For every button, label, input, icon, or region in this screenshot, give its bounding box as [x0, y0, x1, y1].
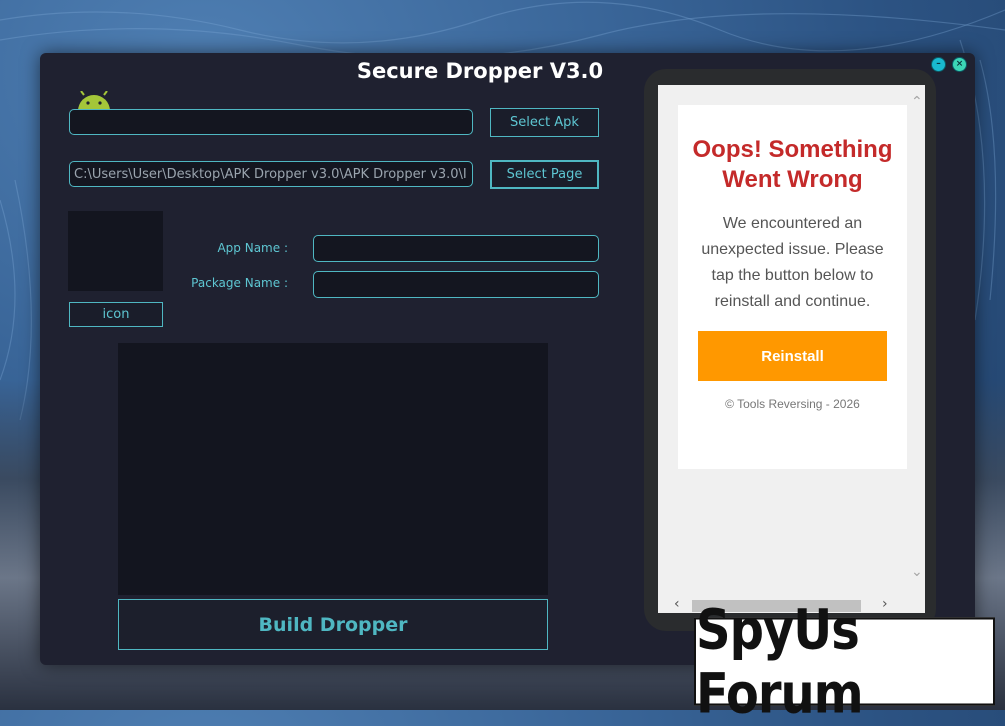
log-area: [118, 343, 548, 595]
copyright-text: © Tools Reversing - 2026: [725, 397, 860, 411]
close-button[interactable]: ×: [952, 57, 967, 72]
forum-watermark: SpyUs Forum: [694, 597, 995, 726]
phone-preview: Oops! Something Went Wrong We encountere…: [644, 69, 936, 631]
page-path-input[interactable]: C:\Users\User\Desktop\APK Dropper v3.0\A…: [69, 161, 473, 187]
close-icon: ×: [955, 59, 964, 69]
reinstall-button[interactable]: Reinstall: [698, 331, 887, 381]
scroll-up-icon[interactable]: ⌃: [911, 95, 923, 109]
scroll-down-icon[interactable]: ⌄: [911, 565, 923, 579]
vertical-scrollbar[interactable]: ⌃ ⌄: [908, 85, 925, 596]
apk-path-input[interactable]: [69, 109, 473, 135]
app-name-input[interactable]: [313, 235, 599, 262]
android-icon: [78, 91, 110, 111]
build-dropper-button[interactable]: Build Dropper: [118, 599, 548, 650]
package-name-label: Package Name :: [191, 276, 288, 290]
error-heading: Oops! Something Went Wrong: [692, 136, 893, 193]
package-name-input[interactable]: [313, 271, 599, 298]
webview-screen[interactable]: Oops! Something Went Wrong We encountere…: [658, 85, 925, 613]
app-name-label: App Name :: [217, 241, 288, 255]
icon-preview: [68, 211, 163, 291]
select-page-button[interactable]: Select Page: [490, 160, 599, 189]
app-window: Secure Dropper V3.0 – × Select Apk C:\Us…: [40, 53, 975, 665]
scroll-left-icon[interactable]: ‹: [674, 597, 680, 611]
error-card: Oops! Something Went Wrong We encountere…: [678, 105, 907, 469]
icon-button[interactable]: icon: [69, 302, 163, 327]
minimize-icon: –: [936, 59, 941, 69]
error-message: We encountered an unexpected issue. Plea…: [701, 215, 884, 310]
minimize-button[interactable]: –: [931, 57, 946, 72]
select-apk-button[interactable]: Select Apk: [490, 108, 599, 137]
